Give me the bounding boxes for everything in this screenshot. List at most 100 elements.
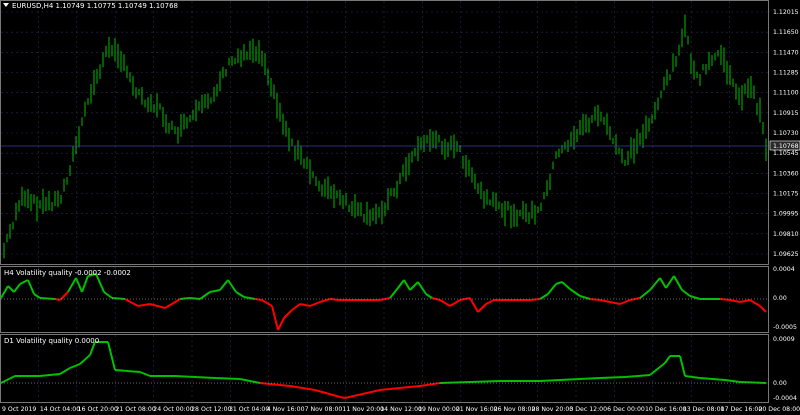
time-axis-label: 13 Dec 08:00 bbox=[683, 406, 725, 413]
price-axis-label: 1.09625 bbox=[773, 251, 799, 258]
time-axis-label: 14 Nov 12:00 bbox=[380, 406, 422, 413]
indicator-segment bbox=[81, 275, 89, 293]
time-axis-label: 24 Oct 00:00 bbox=[153, 406, 193, 413]
indicator-segment bbox=[459, 297, 471, 301]
indicator1-axis-bottom: -0.0005 bbox=[773, 324, 797, 331]
indicator-segment bbox=[759, 305, 767, 313]
indicator-segment bbox=[137, 303, 151, 307]
indicator-segment bbox=[739, 381, 767, 384]
time-axis: 9 Oct 2019 14 Oct 04:0016 Oct 20:0021 Oct… bbox=[2, 406, 800, 413]
indicator-segment bbox=[729, 299, 741, 303]
indicator-segment bbox=[649, 362, 666, 376]
indicator-segment bbox=[189, 297, 201, 300]
indicator-segment bbox=[0, 285, 9, 299]
indicator-segment bbox=[579, 377, 601, 380]
indicator-segment bbox=[724, 379, 741, 383]
indicator-segment bbox=[314, 389, 341, 398]
indicator-segment bbox=[114, 369, 141, 373]
price-axis-label: 1.11100 bbox=[773, 90, 799, 97]
indicator2-axis-top: 0.0009 bbox=[773, 336, 795, 343]
price-axis-label: 1.11650 bbox=[773, 29, 799, 36]
indicator-segment bbox=[67, 277, 77, 293]
time-axis-label: 28 Oct 12:00 bbox=[191, 406, 231, 413]
indicator-segment bbox=[149, 303, 166, 309]
current-price-label: 1.10768 bbox=[773, 143, 799, 150]
indicator-segment bbox=[649, 277, 661, 291]
time-axis-label: 20 Dec 08:00 bbox=[758, 406, 800, 413]
indicator-segment bbox=[33, 293, 41, 299]
price-axis-label: 1.09995 bbox=[773, 211, 799, 218]
indicator-segment bbox=[679, 355, 686, 377]
indicator-segment bbox=[561, 281, 571, 290]
time-axis-label: 28 Nov 20:00 bbox=[532, 406, 574, 413]
indicator-segment bbox=[739, 299, 751, 303]
indicator-segment bbox=[209, 289, 221, 293]
indicator-segment bbox=[555, 281, 563, 285]
indicator-segment bbox=[569, 288, 581, 297]
indicator1-axis-zero: 0.00 bbox=[773, 295, 787, 302]
indicator-segment bbox=[27, 279, 35, 295]
grid-lines bbox=[1, 1, 768, 402]
indicator-segment bbox=[259, 382, 291, 387]
indicator-segment bbox=[261, 299, 273, 307]
indicator-segment bbox=[664, 355, 671, 364]
indicator-segment bbox=[299, 303, 311, 307]
indicator-segment bbox=[673, 275, 683, 291]
trading-chart[interactable]: EURUSD,H4 1.10749 1.10775 1.10749 1.1076… bbox=[0, 0, 800, 415]
indicator-segment bbox=[425, 293, 433, 299]
indicator-segment bbox=[659, 277, 667, 289]
price-bars bbox=[3, 14, 767, 259]
indicator-segment bbox=[309, 301, 321, 307]
indicator-segment bbox=[283, 309, 293, 319]
time-axis-label: 21 Oct 08:00 bbox=[115, 406, 155, 413]
price-axis-label: 1.10915 bbox=[773, 110, 799, 117]
indicator2-pane-border bbox=[0, 334, 769, 403]
indicator-segment bbox=[397, 279, 405, 289]
indicator-segment bbox=[103, 291, 113, 299]
price-axis-label: 1.10360 bbox=[773, 170, 799, 177]
indicator-segment bbox=[227, 279, 237, 293]
indicator-segment bbox=[339, 396, 346, 399]
indicator-segment bbox=[419, 382, 441, 387]
indicator-segment bbox=[403, 279, 411, 291]
indicator-segment bbox=[749, 299, 761, 307]
indicator-segment bbox=[289, 385, 316, 391]
indicator-segment bbox=[171, 298, 181, 305]
indicator1-title: H4 Volatility quality -0.0002 -0.0002 bbox=[4, 269, 131, 277]
time-axis-label: 26 Nov 08:00 bbox=[494, 406, 536, 413]
indicator-segment bbox=[409, 281, 419, 291]
indicator-segment bbox=[599, 299, 611, 303]
indicator2-axis-bottom: -0.0004 bbox=[773, 395, 797, 402]
indicator-segment bbox=[0, 375, 16, 384]
indicator-segment bbox=[639, 289, 651, 299]
indicator-segment bbox=[79, 354, 91, 365]
indicator-segment bbox=[379, 385, 421, 391]
indicator-segment bbox=[291, 303, 301, 311]
chart-dropdown-icon[interactable] bbox=[3, 3, 9, 7]
indicator-segment bbox=[139, 371, 151, 377]
indicator-segment bbox=[39, 373, 61, 377]
indicator-segment bbox=[469, 297, 479, 313]
indicator-segment bbox=[319, 298, 331, 303]
price-axis-label: 1.10730 bbox=[773, 130, 799, 137]
indicator-segment bbox=[439, 299, 451, 307]
indicator-segment bbox=[164, 303, 173, 309]
time-axis-label: 3 Dec 12:00 bbox=[569, 406, 607, 413]
indicator-segment bbox=[7, 285, 15, 293]
indicator-segment bbox=[19, 279, 29, 285]
indicator-segment bbox=[69, 363, 81, 369]
indicator-segment bbox=[684, 375, 701, 379]
indicator-segment bbox=[235, 291, 245, 298]
time-axis-label: 17 Dec 16:00 bbox=[721, 406, 763, 413]
time-axis-label: 19 Nov 00:00 bbox=[418, 406, 460, 413]
indicator-segment bbox=[485, 299, 495, 305]
indicator2-axis-zero: 0.00 bbox=[773, 380, 787, 387]
price-axis: 1.12015 1.11650 1.11470 1.11285 1.11100 1.109… bbox=[773, 9, 799, 258]
indicator1-line bbox=[0, 273, 767, 331]
indicator-segment bbox=[219, 279, 229, 291]
indicator-segment bbox=[665, 275, 675, 289]
price-axis-label: 1.12015 bbox=[773, 9, 799, 16]
time-axis-label: 14 Oct 04:00 bbox=[40, 406, 80, 413]
indicator-segment bbox=[477, 303, 487, 313]
indicator-segment bbox=[271, 305, 279, 331]
